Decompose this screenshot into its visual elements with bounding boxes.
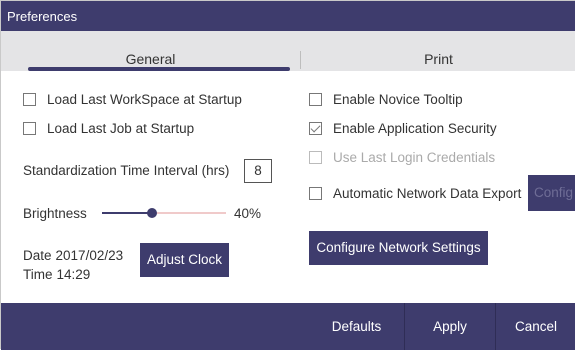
brightness-value: 40% bbox=[234, 206, 262, 221]
apply-button[interactable]: Apply bbox=[404, 303, 495, 350]
tab-general-label: General bbox=[125, 51, 176, 67]
window-title: Preferences bbox=[7, 9, 78, 24]
tab-divider bbox=[300, 51, 301, 69]
enable-novice-tooltip-checkbox[interactable] bbox=[309, 92, 322, 106]
enable-application-security-label: Enable Application Security bbox=[333, 120, 497, 136]
time-key: Time bbox=[23, 267, 53, 282]
brightness-slider[interactable] bbox=[102, 208, 226, 218]
tab-print[interactable]: Print bbox=[301, 31, 575, 71]
date-key: Date bbox=[23, 248, 52, 263]
cancel-button[interactable]: Cancel bbox=[495, 303, 575, 350]
brightness-slider-fill bbox=[102, 212, 152, 214]
adjust-clock-button[interactable]: Adjust Clock bbox=[140, 243, 229, 277]
tab-general[interactable]: General bbox=[1, 31, 300, 71]
date-readout: Date 2017/02/23 bbox=[23, 248, 123, 263]
enable-application-security-option[interactable]: Enable Application Security bbox=[309, 119, 497, 137]
tab-bar: General Print bbox=[1, 31, 575, 71]
load-last-workspace-label: Load Last WorkSpace at Startup bbox=[47, 91, 242, 107]
tab-print-label: Print bbox=[424, 51, 453, 67]
standardization-interval-input[interactable]: 8 bbox=[244, 159, 272, 183]
standardization-interval-label: Standardization Time Interval (hrs) bbox=[23, 163, 230, 178]
defaults-button[interactable]: Defaults bbox=[309, 303, 404, 350]
use-last-login-credentials-option[interactable]: Use Last Login Credentials bbox=[309, 148, 495, 166]
use-last-login-credentials-checkbox[interactable] bbox=[309, 150, 322, 164]
enable-novice-tooltip-option[interactable]: Enable Novice Tooltip bbox=[309, 90, 463, 108]
use-last-login-credentials-label: Use Last Login Credentials bbox=[333, 149, 496, 165]
time-readout: Time 14:29 bbox=[23, 267, 90, 282]
general-panel: Load Last WorkSpace at Startup Load Last… bbox=[1, 71, 575, 303]
load-last-workspace-checkbox[interactable] bbox=[23, 92, 36, 106]
enable-novice-tooltip-label: Enable Novice Tooltip bbox=[333, 91, 463, 107]
automatic-network-data-export-option[interactable]: Automatic Network Data Export bbox=[309, 184, 521, 202]
load-last-workspace-option[interactable]: Load Last WorkSpace at Startup bbox=[23, 90, 242, 108]
preferences-dialog: Preferences General Print Load Last Work… bbox=[0, 0, 575, 350]
load-last-job-label: Load Last Job at Startup bbox=[47, 120, 195, 136]
date-value: 2017/02/23 bbox=[55, 248, 124, 263]
automatic-network-data-export-label: Automatic Network Data Export bbox=[333, 185, 522, 201]
configure-network-settings-button[interactable]: Configure Network Settings bbox=[309, 231, 488, 265]
load-last-job-checkbox[interactable] bbox=[23, 121, 36, 135]
dialog-footer: Defaults Apply Cancel bbox=[1, 303, 575, 350]
enable-application-security-checkbox[interactable] bbox=[309, 121, 322, 135]
config-export-button[interactable]: Config bbox=[528, 175, 575, 211]
title-bar: Preferences bbox=[1, 1, 575, 31]
time-value: 14:29 bbox=[56, 267, 91, 282]
automatic-network-data-export-checkbox[interactable] bbox=[309, 186, 322, 200]
brightness-label: Brightness bbox=[23, 206, 87, 221]
load-last-job-option[interactable]: Load Last Job at Startup bbox=[23, 119, 194, 137]
brightness-slider-thumb[interactable] bbox=[146, 208, 157, 218]
